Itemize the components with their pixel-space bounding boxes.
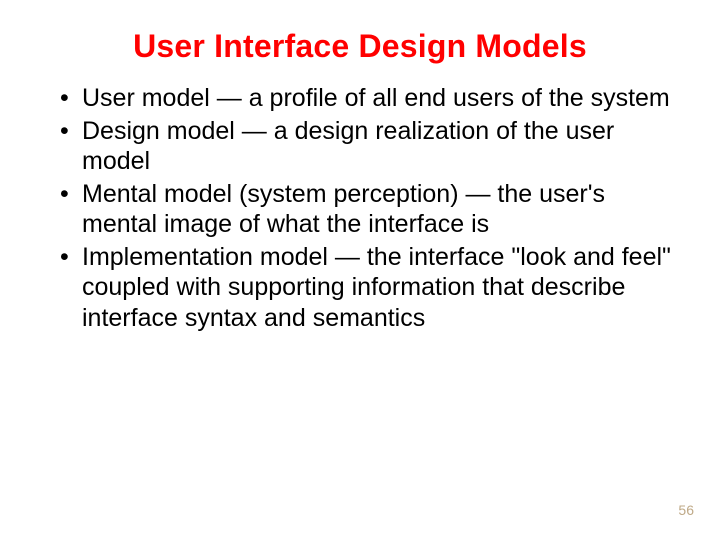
list-item: User model — a profile of all end users … bbox=[60, 83, 684, 114]
slide-title: User Interface Design Models bbox=[36, 28, 684, 65]
list-item: Implementation model — the interface "lo… bbox=[60, 242, 684, 334]
bullet-list: User model — a profile of all end users … bbox=[36, 83, 684, 333]
page-number: 56 bbox=[678, 502, 694, 518]
list-item: Design model — a design realization of t… bbox=[60, 116, 684, 177]
list-item: Mental model (system perception) — the u… bbox=[60, 179, 684, 240]
